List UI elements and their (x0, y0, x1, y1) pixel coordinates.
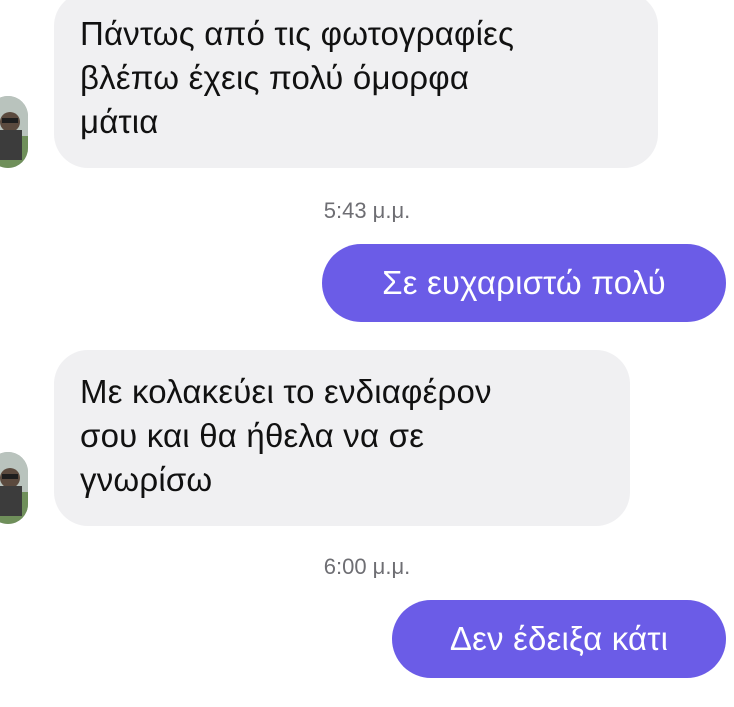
outgoing-message-bubble[interactable]: Δεν έδειξα κάτι (392, 600, 726, 678)
avatar-photo-icon (0, 96, 28, 168)
incoming-message-bubble[interactable]: Με κολακεύει το ενδιαφέρον σου και θα ήθ… (54, 350, 630, 526)
outgoing-message-bubble[interactable]: Σε ευχαριστώ πολύ (322, 244, 726, 322)
sender-avatar[interactable] (0, 96, 28, 168)
message-line: μάτια (80, 103, 159, 140)
chat-thread: Πάντως από τις φωτογραφίες βλέπω έχεις π… (0, 0, 734, 707)
message-line: Πάντως από τις φωτογραφίες (80, 15, 515, 52)
sender-avatar[interactable] (0, 452, 28, 524)
message-line: Με κολακεύει το ενδιαφέρον (80, 373, 492, 410)
message-line: σου και θα ήθελα να σε (80, 417, 425, 454)
avatar-photo-icon (0, 452, 28, 524)
message-timestamp: 5:43 μ.μ. (323, 198, 411, 223)
incoming-message-bubble[interactable]: Πάντως από τις φωτογραφίες βλέπω έχεις π… (54, 0, 658, 168)
message-timestamp: 6:00 μ.μ. (323, 554, 411, 579)
message-line: βλέπω έχεις πολύ όμορφα (80, 59, 470, 96)
message-line: γνωρίσω (80, 461, 213, 498)
